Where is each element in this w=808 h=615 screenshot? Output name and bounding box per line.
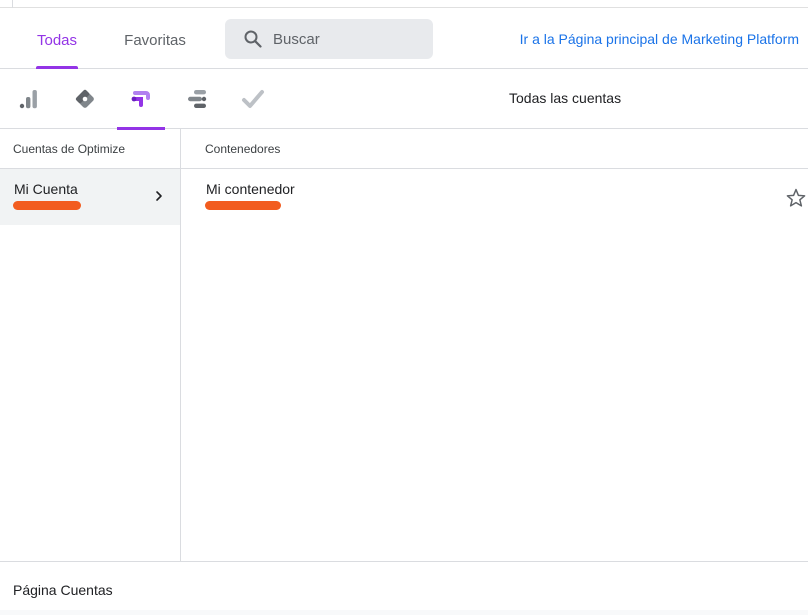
- search-input[interactable]: [273, 19, 423, 59]
- product-bar: Todas las cuentas: [0, 69, 808, 130]
- marketing-platform-link[interactable]: Ir a la Página principal de Marketing Pl…: [520, 31, 799, 47]
- account-name: Mi Cuenta: [14, 181, 78, 197]
- star-icon[interactable]: [785, 187, 807, 209]
- tab-favorites-label: Favoritas: [124, 32, 186, 49]
- tab-favorites[interactable]: Favoritas: [122, 9, 188, 69]
- search-icon: [244, 30, 262, 48]
- footer-strip: [0, 610, 808, 615]
- header: Todas Favoritas Ir a la Página principal…: [0, 9, 808, 69]
- product-analytics[interactable]: [5, 69, 53, 129]
- footer-label: Página Cuentas: [13, 582, 113, 598]
- tab-all-label: Todas: [36, 32, 78, 49]
- footer: Página Cuentas: [0, 561, 808, 615]
- redaction-mark: [205, 201, 281, 210]
- account-row[interactable]: Mi Cuenta: [0, 169, 180, 225]
- product-tag-manager[interactable]: [61, 69, 109, 129]
- tab-all[interactable]: Todas: [36, 9, 78, 69]
- containers-column-header: Contenedores: [181, 129, 808, 169]
- product-data-studio[interactable]: [173, 69, 221, 129]
- accounts-column-header: Cuentas de Optimize: [0, 129, 180, 169]
- redaction-mark: [13, 201, 81, 210]
- data-studio-icon: [188, 90, 207, 108]
- search-box[interactable]: [225, 19, 433, 59]
- all-accounts-title: Todas las cuentas: [509, 90, 622, 106]
- top-tick: [12, 0, 13, 8]
- chevron-right-icon: [156, 191, 162, 201]
- product-optimize[interactable]: [117, 69, 165, 130]
- surveys-icon: [242, 90, 264, 108]
- accounts-panel: Cuentas de Optimize Mi Cuenta: [0, 129, 181, 561]
- container-row[interactable]: Mi contenedor: [181, 169, 808, 225]
- analytics-icon: [19, 90, 37, 109]
- containers-panel: Contenedores Mi contenedor: [181, 129, 808, 561]
- product-surveys[interactable]: [229, 69, 277, 129]
- top-border: [0, 0, 808, 8]
- optimize-icon: [131, 91, 150, 107]
- container-name: Mi contenedor: [206, 181, 295, 197]
- tag-manager-icon: [75, 89, 94, 108]
